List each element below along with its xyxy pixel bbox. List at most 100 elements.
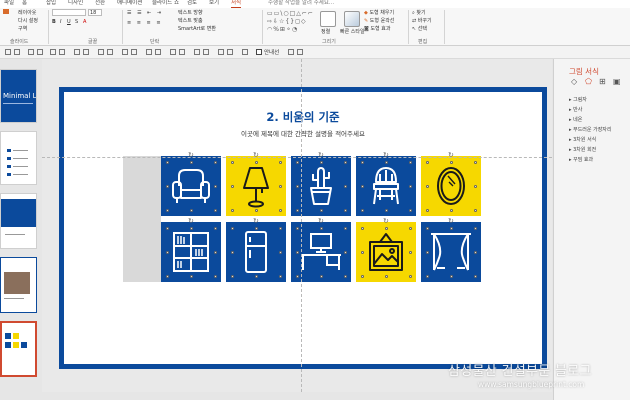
slide-subtitle[interactable]: 이곳에 제목에 대한 간략한 설명을 적어주세요 — [64, 128, 542, 138]
resize-handle[interactable] — [254, 208, 258, 212]
toolbar-icon-21[interactable] — [242, 49, 248, 55]
tab-animations[interactable]: 애니메이션 — [117, 0, 142, 7]
arrange-button[interactable]: 정렬 — [321, 28, 330, 35]
resize-handle[interactable] — [189, 226, 193, 230]
strikethrough-button[interactable]: S — [75, 19, 78, 25]
toolbar-icon-7[interactable] — [74, 49, 80, 55]
tab-view[interactable]: 보기 — [209, 0, 219, 7]
toolbar-icon-18[interactable] — [203, 49, 209, 55]
resize-handle[interactable] — [360, 184, 364, 188]
resize-handle[interactable] — [473, 208, 477, 212]
resize-handle[interactable] — [230, 184, 234, 188]
tab-insert[interactable]: 삽입 — [46, 0, 56, 7]
tile-chair[interactable] — [356, 156, 416, 216]
bold-button[interactable]: B — [52, 19, 56, 25]
resize-handle[interactable] — [425, 226, 429, 230]
resize-handle[interactable] — [449, 160, 453, 164]
resize-handle[interactable] — [343, 208, 347, 212]
resize-handle[interactable] — [254, 160, 258, 164]
pane-item-3d-format[interactable]: ▸ 3차원 서식 — [569, 136, 596, 143]
resize-handle[interactable] — [384, 274, 388, 278]
resize-handle[interactable] — [230, 160, 234, 164]
size-properties-icon[interactable]: ⊞ — [599, 77, 606, 86]
fill-line-icon[interactable]: ◇ — [571, 77, 577, 86]
resize-handle[interactable] — [278, 160, 282, 164]
toolbar-icon-6[interactable] — [59, 49, 65, 55]
tile-refrigerator[interactable] — [226, 222, 286, 282]
slide-canvas[interactable]: 2. 비움의 기준 이곳에 제목에 대한 간략한 설명을 적어주세요 ↻ ↻ ↻… — [42, 59, 552, 392]
resize-handle[interactable] — [165, 250, 169, 254]
toolbar-icon-8[interactable] — [83, 49, 89, 55]
tile-lamp[interactable] — [226, 156, 286, 216]
shapes-gallery[interactable]: ▭▭\○□△⌐⌐ — [267, 10, 314, 17]
slide-thumbnail-2[interactable] — [0, 131, 37, 185]
rotate-handle-icon[interactable]: ↻ — [188, 218, 194, 225]
pane-item-soft-edges[interactable]: ▸ 부드러운 가장자리 — [569, 126, 612, 133]
resize-handle[interactable] — [449, 274, 453, 278]
slide-thumbnail-3[interactable] — [0, 193, 37, 249]
resize-handle[interactable] — [408, 208, 412, 212]
find-button[interactable]: ⌕ 찾기 — [412, 9, 426, 16]
shape-outline-button[interactable]: ✎ 도형 윤곽선 — [364, 17, 394, 24]
pane-item-shadow[interactable]: ▸ 그림자 — [569, 96, 587, 103]
tab-transitions[interactable]: 전환 — [95, 0, 105, 7]
guides-checkbox[interactable] — [256, 49, 262, 55]
font-color-button[interactable]: A — [83, 19, 86, 25]
resize-handle[interactable] — [189, 160, 193, 164]
shapes-gallery-row2[interactable]: ⇨⇩☆{}◻◇ — [267, 18, 307, 25]
resize-handle[interactable] — [449, 226, 453, 230]
tab-slideshow[interactable]: 슬라이드 쇼 — [152, 0, 179, 7]
resize-handle[interactable] — [449, 208, 453, 212]
resize-handle[interactable] — [360, 250, 364, 254]
resize-handle[interactable] — [343, 160, 347, 164]
toolbar-icon-23[interactable] — [297, 49, 303, 55]
resize-handle[interactable] — [384, 208, 388, 212]
shapes-gallery-row3[interactable]: ◠%⊞⚬◔ — [267, 26, 298, 33]
vertical-guide[interactable] — [301, 59, 302, 392]
resize-handle[interactable] — [278, 250, 282, 254]
italic-button[interactable]: I — [60, 19, 61, 25]
slide-thumbnail-4[interactable] — [0, 257, 37, 313]
resize-handle[interactable] — [473, 250, 477, 254]
resize-handle[interactable] — [213, 184, 217, 188]
text-align-button[interactable]: 텍스트 맞춤 — [178, 17, 203, 24]
rotate-handle-icon[interactable]: ↻ — [448, 218, 454, 225]
resize-handle[interactable] — [254, 274, 258, 278]
tell-me-box[interactable]: 수행할 작업을 알려 주세요... — [268, 0, 334, 7]
slide[interactable]: 2. 비움의 기준 이곳에 제목에 대한 간략한 설명을 적어주세요 ↻ ↻ ↻… — [59, 87, 547, 369]
slide-thumbnail-5-selected[interactable] — [0, 321, 37, 377]
tile-armchair[interactable] — [161, 156, 221, 216]
slide-thumbnail-1[interactable]: Minimal Life — [0, 69, 37, 123]
resize-handle[interactable] — [343, 184, 347, 188]
resize-handle[interactable] — [230, 274, 234, 278]
horizontal-guide[interactable] — [42, 157, 552, 158]
resize-handle[interactable] — [295, 274, 299, 278]
tile-desk[interactable] — [291, 222, 351, 282]
resize-handle[interactable] — [425, 184, 429, 188]
resize-handle[interactable] — [278, 274, 282, 278]
tab-file[interactable]: 파일 — [4, 0, 14, 7]
pane-item-glow[interactable]: ▸ 네온 — [569, 116, 582, 123]
resize-handle[interactable] — [295, 184, 299, 188]
list-buttons[interactable]: ☰ ☰ ⇤ ⇥ — [127, 10, 163, 16]
smartart-button[interactable]: SmartArt로 변환 — [178, 25, 216, 32]
resize-handle[interactable] — [425, 208, 429, 212]
picture-tab-icon[interactable]: ▣ — [613, 77, 621, 86]
toolbar-icon-5[interactable] — [50, 49, 56, 55]
rotate-handle-icon[interactable]: ↻ — [253, 218, 259, 225]
resize-handle[interactable] — [384, 226, 388, 230]
resize-handle[interactable] — [295, 160, 299, 164]
gray-placeholder[interactable] — [123, 156, 161, 282]
toolbar-icon-1[interactable] — [5, 49, 11, 55]
resize-handle[interactable] — [295, 250, 299, 254]
reset-button[interactable]: 다시 설정 — [18, 17, 38, 24]
toolbar-icon-3[interactable] — [28, 49, 34, 55]
resize-handle[interactable] — [473, 274, 477, 278]
tab-review[interactable]: 검토 — [187, 0, 197, 7]
resize-handle[interactable] — [230, 250, 234, 254]
resize-handle[interactable] — [230, 208, 234, 212]
tile-curtain[interactable] — [421, 222, 481, 282]
resize-handle[interactable] — [473, 184, 477, 188]
layout-button[interactable]: 레이아웃 — [18, 9, 36, 16]
toolbar-icon-22[interactable] — [288, 49, 294, 55]
